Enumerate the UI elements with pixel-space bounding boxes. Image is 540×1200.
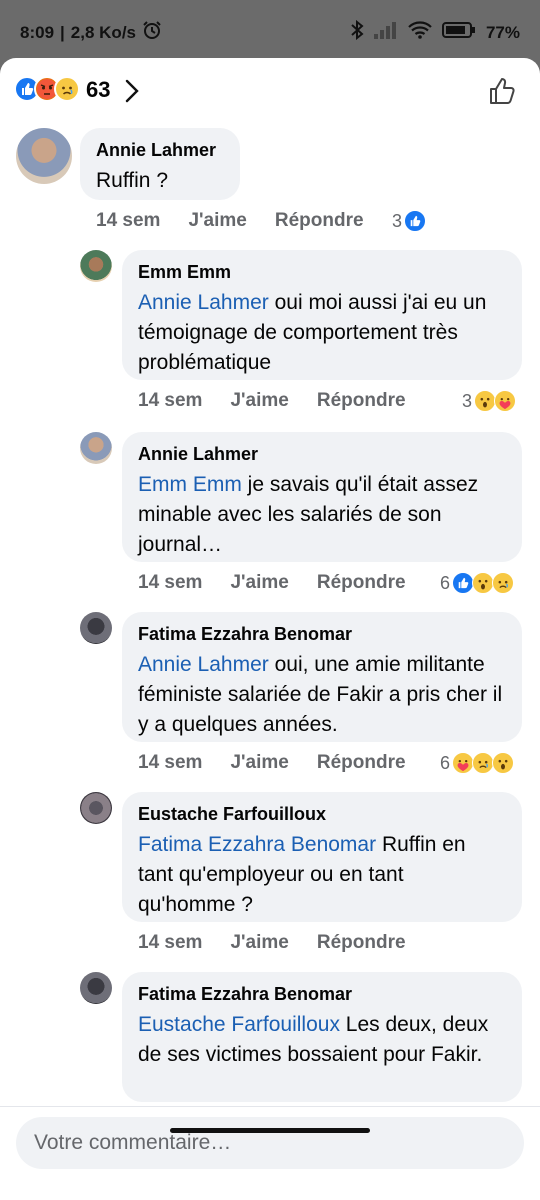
status-time: 8:09 (20, 22, 55, 42)
mention-link[interactable]: Annie Lahmer (138, 653, 269, 676)
comment-time: 14 sem (138, 390, 203, 411)
reply-item: Emm Emm Annie Lahmer oui moi aussi j'ai … (0, 248, 540, 418)
comment-composer: Votre commentaire… (0, 1106, 540, 1200)
reply-item: Fatima Ezzahra Benomar Eustache Farfouil… (0, 970, 540, 1110)
comment-time: 14 sem (96, 210, 161, 231)
comment-text: Eustache Farfouilloux Les deux, deux de … (138, 1013, 489, 1066)
comment-item: Annie Lahmer Ruffin ? 14 sem J'aime Répo… (0, 124, 540, 234)
reply-item: Annie Lahmer Emm Emm je savais qu'il éta… (0, 430, 540, 600)
comment-text: Fatima Ezzahra Benomar Ruffin en tant qu… (138, 833, 466, 916)
sad-reaction-icon (54, 76, 80, 102)
comment-bubble: Fatima Ezzahra Benomar Eustache Farfouil… (122, 972, 522, 1102)
comment-author[interactable]: Fatima Ezzahra Benomar (138, 982, 506, 1006)
comment-bubble: Fatima Ezzahra Benomar Annie Lahmer oui,… (122, 612, 522, 742)
comment-author[interactable]: Eustache Farfouilloux (138, 802, 506, 826)
comment-bubble: Emm Emm Annie Lahmer oui moi aussi j'ai … (122, 250, 522, 380)
like-button[interactable]: J'aime (230, 390, 288, 412)
reply-button[interactable]: Répondre (317, 752, 406, 774)
reply-button[interactable]: Répondre (275, 210, 364, 232)
reply-item: Eustache Farfouilloux Fatima Ezzahra Ben… (0, 790, 540, 960)
status-battery: 77% (485, 22, 520, 42)
comment-author[interactable]: Annie Lahmer (138, 442, 506, 466)
avatar[interactable] (80, 432, 112, 464)
avatar[interactable] (80, 612, 112, 644)
comment-text: Ruffin ? (96, 169, 168, 192)
home-indicator[interactable] (170, 1128, 370, 1133)
avatar[interactable] (80, 792, 112, 824)
reply-button[interactable]: Répondre (317, 390, 406, 412)
signal-icon (373, 21, 398, 44)
comment-bubble: Eustache Farfouilloux Fatima Ezzahra Ben… (122, 792, 522, 922)
wow-reaction-icon (492, 752, 515, 774)
battery-icon (441, 21, 476, 44)
comments-sheet: 63 Annie Lahmer Ruffin ? 14 sem J'aime R… (0, 58, 540, 1200)
mention-link[interactable]: Annie Lahmer (138, 291, 269, 314)
wow-reaction-icon (472, 572, 495, 594)
comment-reactions[interactable]: 3 (392, 210, 427, 232)
avatar[interactable] (16, 128, 72, 184)
comment-time: 14 sem (138, 752, 203, 773)
chevron-right-icon[interactable] (124, 78, 140, 109)
comment-author[interactable]: Annie Lahmer (96, 138, 224, 162)
thumbs-up-icon[interactable] (488, 76, 518, 111)
comment-reactions[interactable]: 6 (440, 572, 515, 594)
care-reaction-icon (452, 752, 475, 774)
comment-author[interactable]: Fatima Ezzahra Benomar (138, 622, 506, 646)
comment-text: Emm Emm je savais qu'il était assez mina… (138, 473, 479, 556)
like-button[interactable]: J'aime (188, 210, 246, 232)
status-bar: 8:09 | 2,8 Ko/s 77% (0, 0, 540, 60)
comment-text: Annie Lahmer oui moi aussi j'ai eu un té… (138, 291, 487, 374)
avatar[interactable] (80, 250, 112, 282)
comment-bubble: Annie Lahmer Emm Emm je savais qu'il éta… (122, 432, 522, 562)
reply-button[interactable]: Répondre (317, 572, 406, 594)
mention-link[interactable]: Eustache Farfouilloux (138, 1013, 340, 1036)
reply-item: Fatima Ezzahra Benomar Annie Lahmer oui,… (0, 610, 540, 780)
reply-button[interactable]: Répondre (317, 932, 406, 954)
like-button[interactable]: J'aime (230, 932, 288, 954)
comment-time: 14 sem (138, 932, 203, 953)
comment-bubble: Annie Lahmer Ruffin ? (80, 128, 240, 200)
comment-reactions[interactable]: 6 (440, 752, 515, 774)
avatar[interactable] (80, 972, 112, 1004)
mention-link[interactable]: Fatima Ezzahra Benomar (138, 833, 376, 856)
wifi-icon (408, 21, 432, 44)
wow-reaction-icon (474, 390, 497, 412)
like-reaction-icon (404, 210, 427, 232)
comment-input[interactable]: Votre commentaire… (16, 1117, 524, 1169)
reactions-count: 63 (86, 77, 111, 102)
sad-reaction-icon (472, 752, 495, 774)
status-speed: 2,8 Ko/s (70, 22, 136, 42)
comment-reactions[interactable]: 3 (462, 390, 517, 412)
comment-author[interactable]: Emm Emm (138, 260, 506, 284)
alarm-icon (142, 20, 162, 45)
comment-time: 14 sem (138, 572, 203, 593)
like-button[interactable]: J'aime (230, 752, 288, 774)
like-button[interactable]: J'aime (230, 572, 288, 594)
sad-reaction-icon (492, 572, 515, 594)
mention-link[interactable]: Emm Emm (138, 473, 242, 496)
care-reaction-icon (494, 390, 517, 412)
bluetooth-icon (350, 19, 364, 45)
reactions-header[interactable]: 63 (0, 58, 540, 120)
like-reaction-icon (452, 572, 475, 594)
comment-text: Annie Lahmer oui, une amie militante fém… (138, 653, 503, 736)
